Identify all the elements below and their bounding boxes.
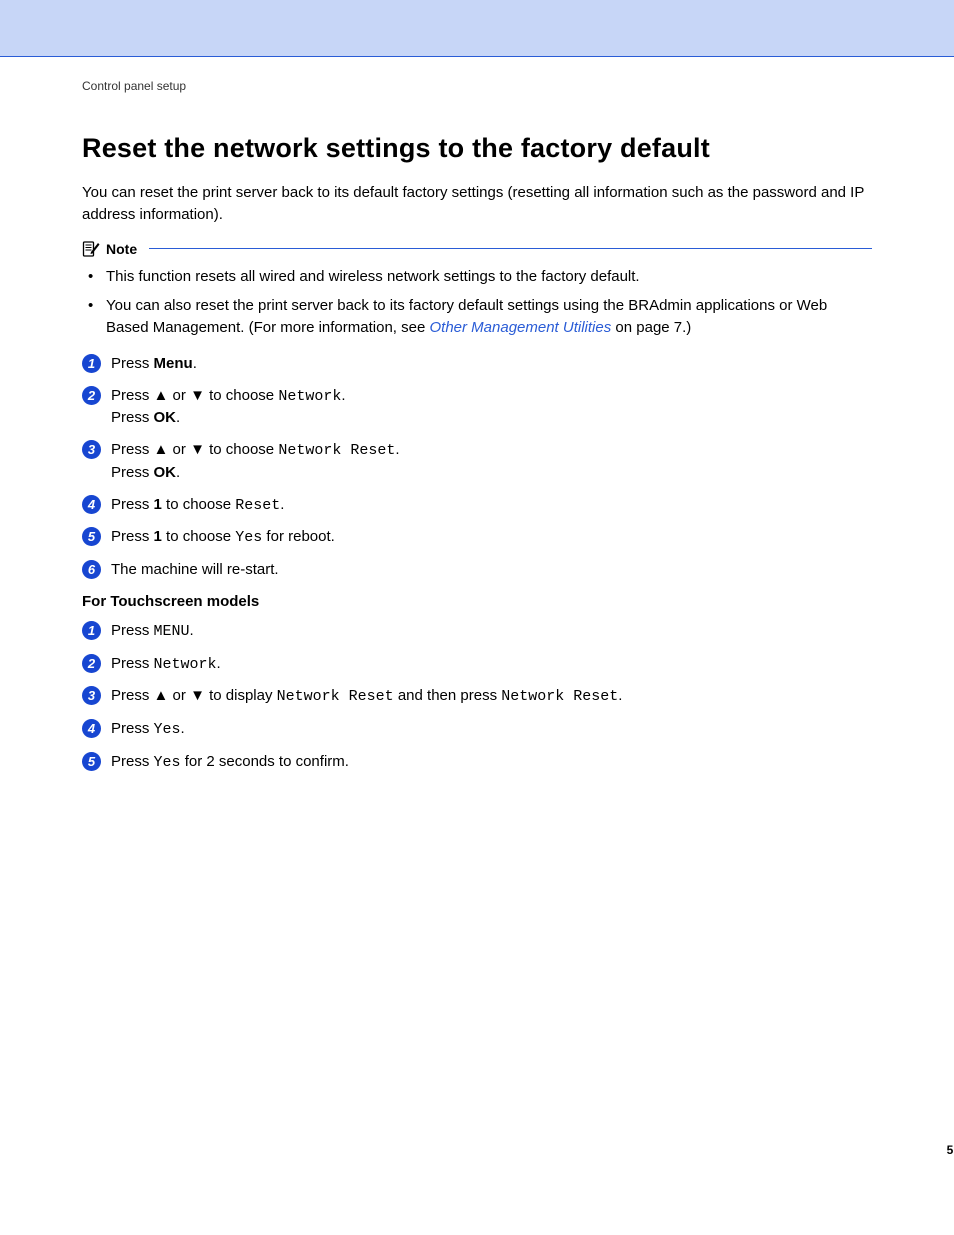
display-text: Network <box>278 388 341 405</box>
note-header: Note <box>82 240 872 258</box>
display-text: Yes <box>154 721 181 738</box>
svg-text:1: 1 <box>88 623 95 638</box>
step-text: Press ▲ or ▼ to display Network Reset an… <box>111 685 872 708</box>
step-number-badge: 3 <box>82 440 101 459</box>
step-number-badge: 2 <box>82 654 101 673</box>
step-number-badge: 5 <box>82 752 101 771</box>
step-number-badge: 6 <box>82 560 101 579</box>
step-number-badge: 4 <box>82 495 101 514</box>
touchscreen-step: 4 Press Yes. <box>82 718 872 741</box>
svg-text:5: 5 <box>88 754 96 769</box>
down-arrow-icon: ▼ <box>190 687 205 704</box>
page-number: 51 <box>947 1143 954 1157</box>
procedure-step: 5 Press 1 to choose Yes for reboot. <box>82 526 872 549</box>
procedure-step: 3 Press ▲ or ▼ to choose Network Reset.P… <box>82 439 872 484</box>
display-text: MENU <box>154 623 190 640</box>
bold-text: Menu <box>154 355 193 372</box>
step-number-badge: 1 <box>82 621 101 640</box>
cross-reference-link[interactable]: Other Management Utilities <box>429 319 611 336</box>
step-number-badge: 5 <box>82 527 101 546</box>
display-text: Network Reset <box>501 688 618 705</box>
step-text: Press Network. <box>111 653 872 676</box>
note-list: This function resets all wired and wirel… <box>82 266 872 339</box>
display-text: Yes <box>235 529 262 546</box>
svg-text:4: 4 <box>87 721 96 736</box>
svg-text:4: 4 <box>87 497 96 512</box>
page-content: Control panel setup Reset the network se… <box>0 57 954 1179</box>
note-item: This function resets all wired and wirel… <box>100 266 872 288</box>
step-text: Press 1 to choose Reset. <box>111 494 872 517</box>
steps-list: 1 Press Menu. 2 Press ▲ or ▼ to choose N… <box>82 353 872 581</box>
procedure-step: 6 The machine will re-start. <box>82 559 872 581</box>
up-arrow-icon: ▲ <box>154 441 169 458</box>
svg-text:1: 1 <box>88 356 95 371</box>
bold-text: OK <box>154 409 177 426</box>
note-icon <box>82 240 100 258</box>
svg-text:3: 3 <box>88 442 96 457</box>
touchscreen-step: 5 Press Yes for 2 seconds to confirm. <box>82 751 872 774</box>
bold-text: 1 <box>154 496 162 513</box>
display-text: Reset <box>235 497 280 514</box>
svg-text:3: 3 <box>88 688 96 703</box>
bold-text: 1 <box>154 528 162 545</box>
procedure-step: 1 Press Menu. <box>82 353 872 375</box>
step-text: Press 1 to choose Yes for reboot. <box>111 526 872 549</box>
page-footer: 51 <box>947 1141 954 1159</box>
step-text: Press ▲ or ▼ to choose Network.Press OK. <box>111 385 872 430</box>
display-text: Network Reset <box>278 442 395 459</box>
note-block: Note This function resets all wired and … <box>82 240 872 339</box>
intro-paragraph: You can reset the print server back to i… <box>82 182 872 226</box>
svg-text:2: 2 <box>87 388 96 403</box>
down-arrow-icon: ▼ <box>190 387 205 404</box>
step-text: Press Yes for 2 seconds to confirm. <box>111 751 872 774</box>
procedure-step: 4 Press 1 to choose Reset. <box>82 494 872 517</box>
page-title: Reset the network settings to the factor… <box>82 133 872 164</box>
note-rule <box>149 248 872 249</box>
up-arrow-icon: ▲ <box>154 387 169 404</box>
step-number-badge: 3 <box>82 686 101 705</box>
step-text: The machine will re-start. <box>111 559 872 581</box>
up-arrow-icon: ▲ <box>154 687 169 704</box>
step-number-badge: 2 <box>82 386 101 405</box>
step-text: Press ▲ or ▼ to choose Network Reset.Pre… <box>111 439 872 484</box>
svg-text:5: 5 <box>88 529 96 544</box>
procedure-step: 2 Press ▲ or ▼ to choose Network.Press O… <box>82 385 872 430</box>
touchscreen-step: 2 Press Network. <box>82 653 872 676</box>
note-item: You can also reset the print server back… <box>100 295 872 339</box>
step-number-badge: 4 <box>82 719 101 738</box>
breadcrumb: Control panel setup <box>82 79 872 93</box>
bold-text: OK <box>154 464 177 481</box>
step-text: Press MENU. <box>111 620 872 643</box>
step-text: Press Menu. <box>111 353 872 375</box>
touchscreen-subhead: For Touchscreen models <box>82 593 872 610</box>
touchscreen-step: 1 Press MENU. <box>82 620 872 643</box>
svg-text:6: 6 <box>88 562 96 577</box>
steps-list-touchscreen: 1 Press MENU. 2 Press Network. 3 Press ▲… <box>82 620 872 774</box>
svg-text:2: 2 <box>87 656 96 671</box>
display-text: Yes <box>154 754 181 771</box>
display-text: Network <box>154 656 217 673</box>
step-text: Press Yes. <box>111 718 872 741</box>
top-banner <box>0 0 954 56</box>
down-arrow-icon: ▼ <box>190 441 205 458</box>
note-label: Note <box>106 241 137 257</box>
step-number-badge: 1 <box>82 354 101 373</box>
touchscreen-step: 3 Press ▲ or ▼ to display Network Reset … <box>82 685 872 708</box>
display-text: Network Reset <box>277 688 394 705</box>
